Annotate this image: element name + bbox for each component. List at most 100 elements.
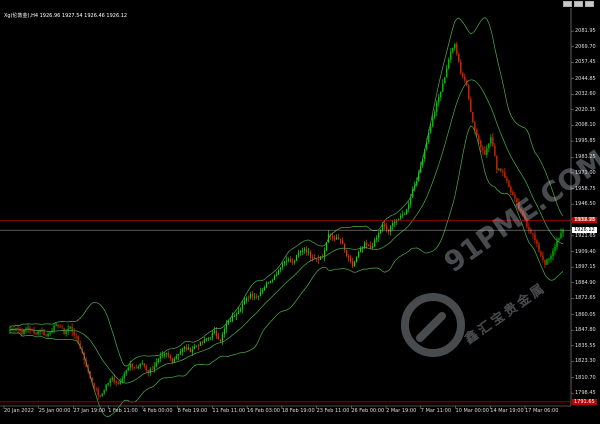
candle-body (193, 346, 195, 350)
candle-body (31, 330, 33, 332)
candle-body (468, 85, 470, 100)
candle-body (65, 331, 67, 334)
time-tick-label: 7 Mar 11:00 (420, 408, 451, 414)
candle-body (219, 339, 221, 342)
time-tick-label: 27 Jan 19:00 (73, 408, 106, 414)
candle-body (526, 221, 528, 227)
candle-body (131, 363, 133, 368)
candle-body (458, 53, 460, 63)
price-tick-label: 2081.95 (575, 28, 596, 35)
candle-body (111, 377, 113, 380)
candle-body (253, 296, 256, 298)
candle-body (179, 351, 181, 355)
candle-body (554, 246, 556, 251)
candle-body (508, 180, 510, 187)
candle-body (159, 356, 161, 360)
candle-body (356, 256, 358, 262)
candle-body (273, 275, 276, 280)
candle-body (400, 215, 402, 219)
price-tick-label: 1872.65 (575, 295, 596, 302)
time-tick-label: 20 Jan 2022 (4, 408, 34, 414)
candle-body (257, 295, 260, 297)
candle-body (57, 324, 59, 327)
candle-body (173, 358, 175, 363)
candle-body (279, 267, 282, 270)
price-tick-label: 1921.65 (575, 232, 596, 239)
candle-body (287, 259, 290, 261)
candle-body (344, 244, 346, 251)
candle-body (486, 148, 488, 155)
candle-body (237, 311, 240, 314)
candle-body (207, 337, 209, 339)
candle-body (348, 256, 350, 258)
time-tick-label: 18 Feb 19:00 (281, 408, 315, 414)
candle-body (39, 330, 41, 332)
price-tick-label: 1810.70 (575, 374, 596, 381)
price-tick-label: 1958.75 (575, 185, 596, 192)
time-tick-label: 14 Mar 19:00 (490, 408, 524, 414)
candle-body (492, 137, 494, 146)
candle-body (540, 251, 542, 256)
candle-body (169, 355, 171, 359)
candle-body (404, 213, 406, 215)
price-tick-label: 1860.05 (575, 311, 596, 318)
candle-body (394, 221, 396, 224)
candle-body (215, 330, 217, 336)
candle-body (434, 111, 436, 118)
price-tick-label: 2057.45 (575, 59, 596, 66)
candle-body (370, 245, 372, 249)
candle-body (402, 214, 404, 216)
candle-body (249, 294, 252, 299)
candle-body (562, 230, 564, 233)
candle-body (259, 292, 262, 296)
candle-body (436, 102, 438, 112)
candle-body (337, 237, 340, 240)
candle-body (269, 280, 272, 283)
candle-body (255, 296, 258, 298)
candle-body (153, 366, 155, 370)
candle-body (115, 381, 117, 383)
candle-body (514, 194, 516, 199)
candle-body (229, 320, 231, 322)
candle-body (484, 150, 486, 155)
candle-body (209, 337, 211, 339)
candle-body (536, 240, 538, 244)
candle-body (317, 259, 320, 260)
candle-body (406, 209, 408, 214)
candle-body (532, 233, 534, 235)
time-tick-label: 17 Mar 06:00 (525, 408, 559, 414)
candle-body (235, 313, 238, 316)
candle-body (390, 226, 392, 232)
candle-body (201, 341, 203, 343)
candle-body (239, 308, 242, 312)
candle-body (512, 192, 514, 195)
candle-body (73, 331, 75, 336)
candle-body (163, 354, 165, 356)
price-chart[interactable] (0, 0, 600, 424)
candle-body (516, 198, 518, 203)
candle-body (99, 395, 101, 397)
time-tick-label: 8 Feb 19:00 (177, 408, 208, 414)
price-tick-label: 1983.25 (575, 154, 596, 161)
candle-body (534, 234, 536, 241)
candle-body (378, 233, 380, 238)
candle-body (558, 238, 560, 241)
price-tick-label: 1909.40 (575, 248, 596, 255)
candle-body (157, 359, 159, 363)
band-lower-line (9, 125, 564, 418)
price-tick-label: 1835.55 (575, 342, 596, 349)
candle-body (350, 257, 352, 262)
candle-body (127, 367, 129, 371)
candle-body (550, 256, 552, 259)
candle-body (49, 332, 51, 334)
candle-body (346, 250, 348, 257)
time-tick-label: 2 Mar 19:00 (386, 408, 417, 414)
candle-body (464, 76, 466, 81)
candle-body (472, 111, 474, 123)
candle-body (301, 250, 304, 252)
lower-line-price-label: 1791.65 (572, 398, 597, 405)
band-upper-line (9, 17, 564, 367)
price-tick-label: 1823.30 (575, 358, 596, 365)
candle-body (430, 126, 432, 133)
price-tick-label: 1971.00 (575, 169, 596, 176)
